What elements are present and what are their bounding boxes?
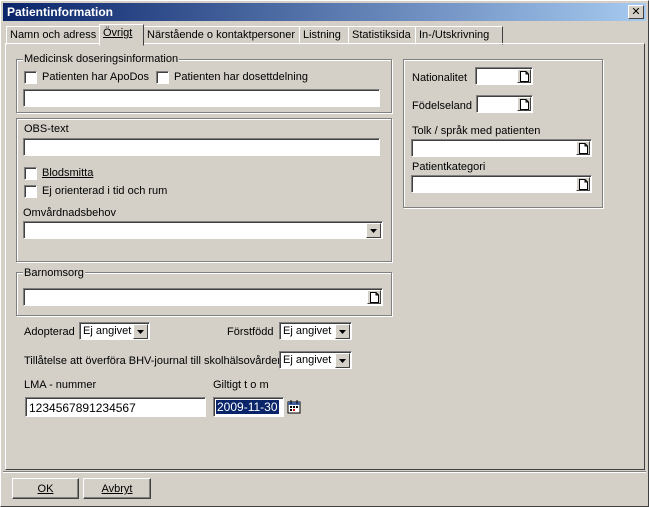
blodsmitta-checkbox[interactable] — [24, 167, 37, 180]
obs-text-field[interactable] — [23, 138, 380, 156]
dosett-label: Patienten har dosettdelning — [174, 71, 308, 83]
nationalitet-label: Nationalitet — [412, 72, 468, 84]
close-icon: ✕ — [631, 6, 641, 18]
blodsmitta-label: Blodsmitta — [42, 167, 94, 179]
tab-ovrigt[interactable]: Övrigt — [99, 24, 144, 46]
close-button[interactable]: ✕ — [628, 5, 644, 19]
lma-label: LMA - nummer — [24, 379, 97, 391]
patientkategori-label: Patientkategori — [412, 161, 486, 173]
barnomsorg-field[interactable] — [23, 288, 383, 306]
bhv-label: Tillåtelse att överföra BHV-journal till… — [24, 355, 284, 367]
nationalitet-field[interactable] — [475, 67, 533, 85]
giltigt-value: 2009-11-30 — [216, 400, 279, 414]
apodos-checkbox[interactable] — [24, 71, 37, 84]
omvardnad-dropdown[interactable] — [23, 221, 383, 239]
document-icon[interactable] — [517, 69, 531, 83]
window-title: Patientinformation — [7, 5, 114, 19]
dropdown-arrow-icon[interactable] — [335, 353, 350, 368]
patient-info-window: Patientinformation ✕ Namn och adress Övr… — [0, 0, 649, 507]
obs-label: OBS-text — [24, 123, 69, 135]
dropdown-arrow-icon[interactable] — [133, 324, 148, 339]
lma-field[interactable]: 1234567891234567 — [25, 397, 206, 417]
tolk-label: Tolk / språk med patienten — [412, 125, 541, 137]
forstfodd-dropdown[interactable]: Ej angivet — [279, 322, 352, 340]
adopterad-dropdown[interactable]: Ej angivet — [79, 322, 150, 340]
forstfodd-label: Förstfödd — [227, 326, 274, 338]
ej-orienterad-label: Ej orienterad i tid och rum — [42, 185, 168, 197]
document-icon[interactable] — [517, 97, 531, 111]
fodelseland-field[interactable] — [476, 95, 533, 113]
giltigt-date-field[interactable]: 2009-11-30 — [213, 397, 284, 417]
patientkategori-field[interactable] — [411, 175, 592, 193]
giltigt-label: Giltigt t o m — [213, 379, 269, 391]
title-bar: Patientinformation ✕ — [3, 3, 646, 21]
bottom-separator — [3, 471, 646, 473]
document-icon[interactable] — [576, 177, 590, 191]
ej-orienterad-checkbox[interactable] — [24, 185, 37, 198]
dosett-checkbox[interactable] — [156, 71, 169, 84]
tolk-field[interactable] — [411, 139, 592, 157]
document-icon[interactable] — [367, 290, 381, 304]
barnomsorg-label: Barnomsorg — [23, 267, 85, 279]
dropdown-arrow-icon[interactable] — [366, 223, 381, 238]
dropdown-arrow-icon[interactable] — [335, 324, 350, 339]
document-icon[interactable] — [576, 141, 590, 155]
avbryt-button[interactable]: Avbryt — [83, 478, 151, 499]
adopterad-label: Adopterad — [24, 326, 75, 338]
omvardnad-label: Omvårdnadsbehov — [23, 207, 116, 219]
bhv-dropdown[interactable]: Ej angivet — [279, 351, 352, 369]
calendar-icon[interactable] — [287, 399, 301, 414]
ok-button[interactable]: OK — [12, 478, 79, 499]
dosering-group-label: Medicinsk doseringsinformation — [23, 53, 180, 65]
fodelseland-label: Födelseland — [412, 100, 472, 112]
apodos-label: Patienten har ApoDos — [42, 71, 150, 83]
dosering-text-field[interactable] — [23, 89, 380, 107]
